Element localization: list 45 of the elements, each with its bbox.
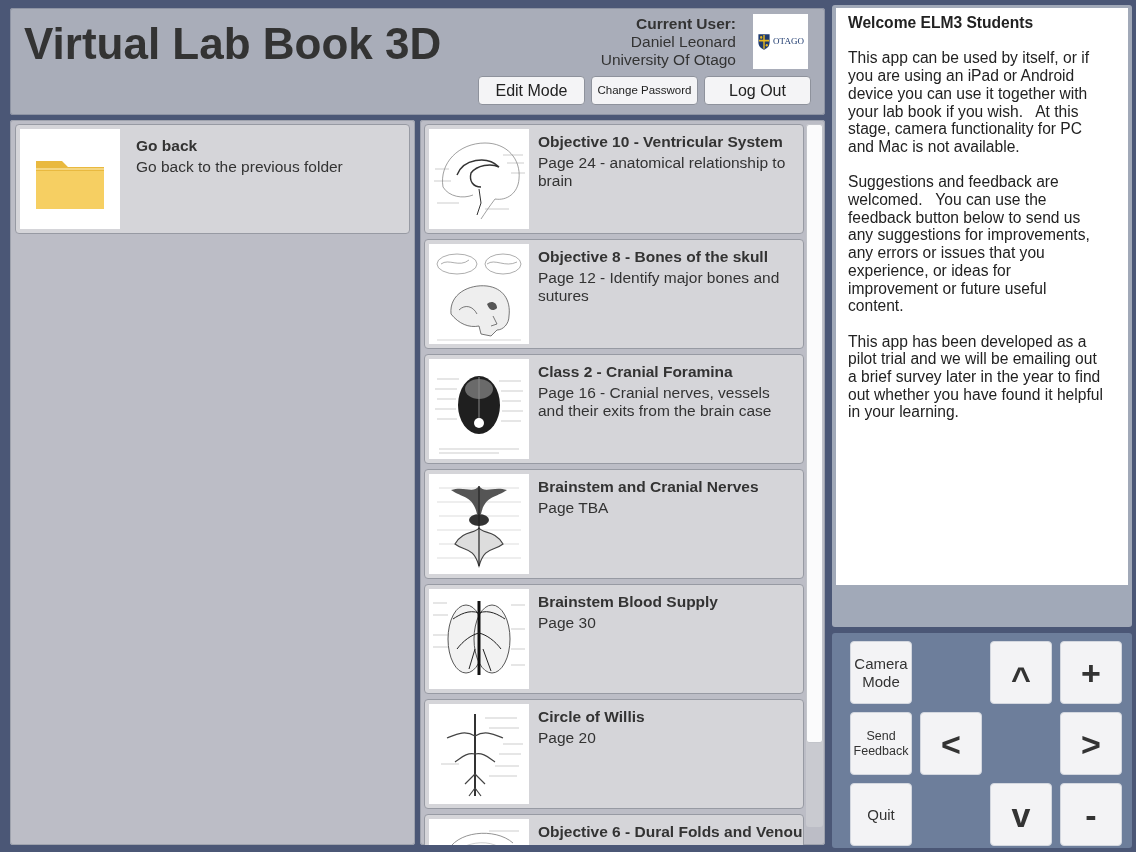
camera-mode-button[interactable]: Camera Mode [850,641,912,704]
plus-button[interactable]: + [1060,641,1122,704]
page-title: Brainstem and Cranial Nerves [538,478,760,496]
info-paragraph: This app can be used by itself, or if you are using an iPad or Android device you can use it together with your lab book if you wish. At this stage, camera functionality for PC and Mac is not available. [848,49,1090,156]
log-out-button[interactable]: Log Out [704,76,811,105]
page-title: Objective 8 - Bones of the skull [538,248,769,266]
folder-description: Go back to the previous folder [136,158,344,176]
page-title: Brainstem Blood Supply [538,593,719,611]
crest-icon [757,33,772,50]
folder-card[interactable]: Go back Go back to the previous folder [15,124,410,234]
welcome-heading: Welcome ELM3 Students [848,14,1035,32]
page-card[interactable]: Brainstem Blood Supply Page 30 [424,584,804,694]
right-button[interactable]: > [1060,712,1122,775]
send-feedback-button[interactable]: Send Feedback [850,712,912,775]
page-card[interactable]: Class 2 - Cranial Foramina Page 16 - Cranial nerves, vessels and their exits from the brain case [424,354,804,464]
page-title: Class 2 - Cranial Foramina [538,363,734,381]
info-paragraph: This app has been developed as a pilot trial and we will be emailing out a brief survey later in the year to find out whether you have found it helpful in your learning. [848,332,1104,422]
page-card[interactable]: Objective 8 - Bones of the skull Page 12 - Identify major bones and sutures [424,239,804,349]
page-description: Page 30 [538,614,597,632]
current-user-label: Current User: [635,15,736,33]
info-paragraph: Suggestions and feedback are welcomed. You can use the feedback button below to send us any suggestions for improvements, any errors or issues that you experience, or ideas for improvement or future useful content. [848,173,1091,315]
up-button[interactable]: ^ [990,641,1052,704]
page-description: Page 24 - anatomical relationship to brain [538,154,787,190]
user-name: Daniel Leonard [629,33,736,51]
change-password-button[interactable]: Change Password [591,76,698,105]
page-description: Page 12 - Identify major bones and sutures [538,269,781,305]
left-button[interactable]: < [920,712,982,775]
page-card[interactable]: Objective 10 - Ventricular System Page 24 - anatomical relationship to brain [424,124,804,234]
quit-button[interactable]: Quit [850,783,912,846]
page-card[interactable]: Objective 6 - Dural Folds and Venou [424,814,804,845]
page-description: Page 20 [538,729,597,747]
folder-icon [20,129,120,229]
logo-wordmark: OTAGO [773,37,804,46]
minus-button[interactable]: - [1060,783,1122,846]
down-button[interactable]: v [990,783,1052,846]
page-title: Objective 10 - Ventricular System [538,133,784,151]
folder-title: Go back [136,137,199,155]
page-card[interactable]: Circle of Willis Page 20 [424,699,804,809]
page-description: Page TBA [538,499,610,517]
page-title: Circle of Willis [538,708,646,726]
institution-name: University Of Otago [600,51,736,69]
page-card[interactable]: Brainstem and Cranial Nerves Page TBA [424,469,804,579]
app-title: Virtual Lab Book 3D [24,22,442,70]
page-description: Page 16 - Cranial nerves, vessels and their exits from the brain case [538,384,773,420]
edit-mode-button[interactable]: Edit Mode [478,76,585,105]
